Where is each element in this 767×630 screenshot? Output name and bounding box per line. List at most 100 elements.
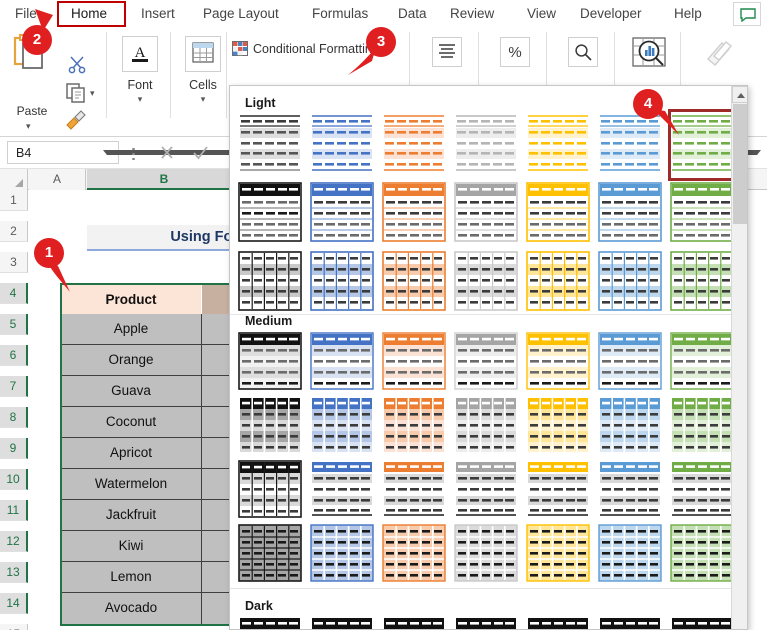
enter-formula-button[interactable]: [185, 142, 215, 163]
table-style-dark-5[interactable]: [526, 618, 590, 630]
table-style-light-12[interactable]: [526, 182, 590, 246]
table-style-medium-24[interactable]: [382, 524, 446, 588]
column-header-b[interactable]: B: [87, 169, 242, 190]
row-header-2[interactable]: 2: [0, 221, 28, 242]
row-header-11[interactable]: 11: [0, 500, 28, 521]
table-cell-product-8[interactable]: Lemon: [61, 562, 201, 593]
table-cell-product-1[interactable]: Orange: [61, 345, 201, 376]
table-cell-product-2[interactable]: Guava: [61, 376, 201, 407]
table-style-medium-4[interactable]: [454, 332, 518, 396]
table-style-light-8[interactable]: [238, 182, 302, 246]
row-header-14[interactable]: 14: [0, 593, 28, 614]
table-style-medium-12[interactable]: [526, 396, 590, 460]
table-style-medium-11[interactable]: [454, 396, 518, 460]
table-style-medium-23[interactable]: [310, 524, 374, 588]
row-header-3[interactable]: 3: [0, 252, 28, 273]
table-style-dark-3[interactable]: [382, 618, 446, 630]
table-style-medium-15[interactable]: [238, 460, 302, 524]
table-style-light-21[interactable]: [670, 251, 734, 315]
table-style-light-16[interactable]: [310, 251, 374, 315]
table-style-medium-25[interactable]: [454, 524, 518, 588]
cancel-formula-button[interactable]: [152, 142, 182, 163]
table-style-light-14[interactable]: [670, 182, 734, 246]
table-cell-product-6[interactable]: Jackfruit: [61, 500, 201, 531]
row-header-13[interactable]: 13: [0, 562, 28, 583]
row-header-9[interactable]: 9: [0, 438, 28, 459]
scrollbar-thumb[interactable]: [733, 104, 747, 224]
table-style-light-1[interactable]: [238, 113, 302, 177]
table-style-light-4[interactable]: [454, 113, 518, 177]
tab-data[interactable]: Data: [391, 2, 434, 26]
table-styles-gallery[interactable]: Light Medium: [229, 85, 748, 630]
table-style-medium-27[interactable]: [598, 524, 662, 588]
tab-developer[interactable]: Developer: [573, 2, 649, 26]
tab-help[interactable]: Help: [667, 2, 709, 26]
table-cell-product-5[interactable]: Watermelon: [61, 469, 201, 500]
table-style-medium-10[interactable]: [382, 396, 446, 460]
row-header-15[interactable]: 15: [0, 624, 28, 630]
table-style-light-10[interactable]: [382, 182, 446, 246]
table-style-medium-9[interactable]: [310, 396, 374, 460]
table-style-medium-21[interactable]: [670, 460, 734, 524]
paste-chevron-icon[interactable]: ▾: [26, 121, 31, 132]
table-style-light-3[interactable]: [382, 113, 446, 177]
table-style-medium-2[interactable]: [310, 332, 374, 396]
table-style-dark-1[interactable]: [238, 618, 302, 630]
select-all-corner[interactable]: [0, 169, 28, 190]
copy-chevron-icon[interactable]: ▾: [90, 88, 95, 99]
copy-icon[interactable]: [66, 83, 88, 103]
table-style-medium-14[interactable]: [670, 396, 734, 460]
comment-button[interactable]: [733, 2, 761, 26]
table-style-dark-6[interactable]: [598, 618, 662, 630]
row-header-10[interactable]: 10: [0, 469, 28, 490]
table-style-light-2[interactable]: [310, 113, 374, 177]
format-painter-icon[interactable]: [64, 110, 88, 130]
table-cell-product-9[interactable]: Avocado: [61, 593, 201, 624]
gallery-scrollbar[interactable]: [731, 86, 747, 630]
row-header-7[interactable]: 7: [0, 376, 28, 397]
tab-page-layout[interactable]: Page Layout: [196, 2, 286, 26]
table-style-medium-17[interactable]: [382, 460, 446, 524]
table-style-light-17[interactable]: [382, 251, 446, 315]
table-style-dark-7[interactable]: [670, 618, 734, 630]
formula-bar-handle[interactable]: [132, 145, 136, 161]
cells-chevron-icon[interactable]: ▾: [180, 94, 226, 105]
table-style-medium-20[interactable]: [598, 460, 662, 524]
table-style-medium-8[interactable]: [238, 396, 302, 460]
scroll-up-arrow-icon[interactable]: [732, 86, 748, 103]
row-header-8[interactable]: 8: [0, 407, 28, 428]
tab-review[interactable]: Review: [443, 2, 501, 26]
table-header-product[interactable]: Product: [61, 285, 201, 314]
table-style-medium-19[interactable]: [526, 460, 590, 524]
cut-scissors-icon[interactable]: [68, 56, 88, 74]
table-style-light-13[interactable]: [598, 182, 662, 246]
font-chevron-icon[interactable]: ▾: [117, 94, 163, 105]
table-style-light-15[interactable]: [238, 251, 302, 315]
table-style-medium-18[interactable]: [454, 460, 518, 524]
table-cell-product-0[interactable]: Apple: [61, 314, 201, 345]
row-header-4[interactable]: 4: [0, 283, 28, 304]
table-style-medium-16[interactable]: [310, 460, 374, 524]
table-style-medium-6[interactable]: [598, 332, 662, 396]
table-style-medium-3[interactable]: [382, 332, 446, 396]
row-header-12[interactable]: 12: [0, 531, 28, 552]
table-style-light-9[interactable]: [310, 182, 374, 246]
table-style-light-19[interactable]: [526, 251, 590, 315]
table-style-medium-1[interactable]: [238, 332, 302, 396]
table-style-medium-26[interactable]: [526, 524, 590, 588]
table-cell-product-7[interactable]: Kiwi: [61, 531, 201, 562]
tab-insert[interactable]: Insert: [134, 2, 182, 26]
table-cell-product-3[interactable]: Coconut: [61, 407, 201, 438]
table-cell-product-4[interactable]: Apricot: [61, 438, 201, 469]
tab-formulas[interactable]: Formulas: [305, 2, 375, 26]
table-style-medium-7[interactable]: [670, 332, 734, 396]
table-style-light-5[interactable]: [526, 113, 590, 177]
row-header-5[interactable]: 5: [0, 314, 28, 335]
table-style-light-11[interactable]: [454, 182, 518, 246]
table-style-dark-4[interactable]: [454, 618, 518, 630]
table-style-medium-28[interactable]: [670, 524, 734, 588]
worksheet-title-cell[interactable]: Using For: [87, 225, 242, 249]
table-style-light-18[interactable]: [454, 251, 518, 315]
table-style-dark-2[interactable]: [310, 618, 374, 630]
row-header-1[interactable]: 1: [0, 190, 28, 211]
